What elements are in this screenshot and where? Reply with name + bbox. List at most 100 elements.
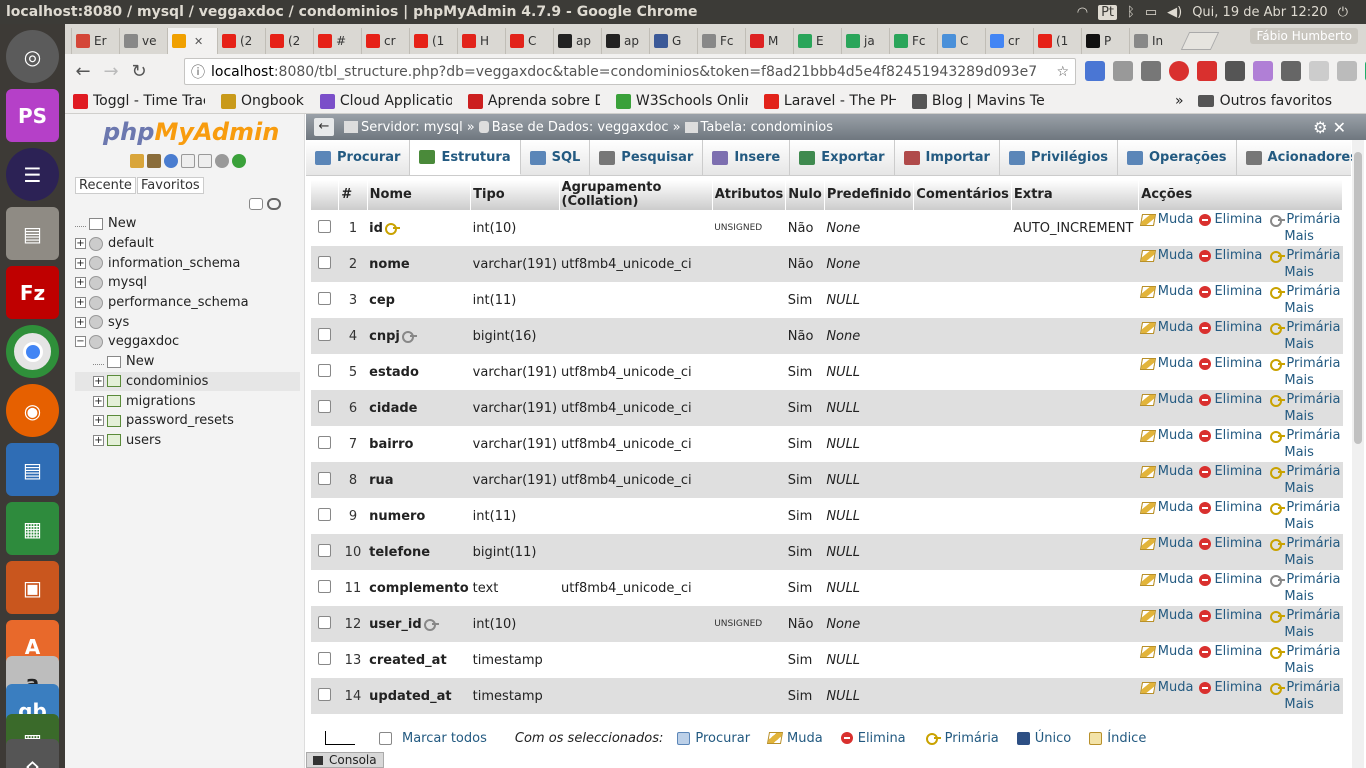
primary-button[interactable]: Primária xyxy=(1268,571,1341,588)
field-name[interactable]: id xyxy=(369,221,383,236)
reload-nav-icon[interactable] xyxy=(232,154,246,168)
wifi-icon[interactable]: ◠ xyxy=(1077,5,1088,20)
primary-button[interactable]: Primária xyxy=(1268,355,1341,372)
adblock-extension-icon[interactable] xyxy=(1169,61,1189,81)
address-bar[interactable]: ⓘ localhost:8080/tbl_structure.php?db=ve… xyxy=(184,58,1076,85)
browser-tab[interactable]: In xyxy=(1129,28,1177,54)
more-button[interactable]: Mais xyxy=(1268,372,1334,389)
settings-icon[interactable] xyxy=(215,154,229,168)
col-default[interactable]: Predefinido xyxy=(824,180,915,210)
tab-9[interactable]: Acionadores xyxy=(1237,140,1366,175)
drop-button[interactable]: Elimina xyxy=(1199,680,1262,695)
expand-icon[interactable]: + xyxy=(75,257,86,269)
browser-tab[interactable]: ap xyxy=(601,28,649,54)
expand-icon[interactable]: + xyxy=(75,316,86,328)
drop-button[interactable]: Elimina xyxy=(1199,248,1262,263)
field-name[interactable]: updated_at xyxy=(369,689,451,704)
field-name[interactable]: user_id xyxy=(369,617,421,632)
browser-tab[interactable]: ja xyxy=(841,28,889,54)
check-all-label[interactable]: Marcar todos xyxy=(402,731,487,746)
chrome-icon[interactable] xyxy=(6,325,59,378)
primary-button[interactable]: Primária xyxy=(1268,679,1341,696)
bookmark-item[interactable]: Blog | Mavins Tec xyxy=(904,93,1052,109)
expand-icon[interactable]: + xyxy=(75,277,86,289)
bookmark-item[interactable]: Laravel - The PHP xyxy=(756,93,904,109)
primary-button[interactable]: Primária xyxy=(1268,391,1341,408)
help-icon[interactable] xyxy=(164,154,178,168)
expand-icon[interactable]: + xyxy=(75,297,86,309)
field-name[interactable]: bairro xyxy=(369,437,413,452)
field-name[interactable]: complemento xyxy=(369,581,469,596)
tree-item-table[interactable]: + users xyxy=(75,431,300,451)
browser-tab[interactable]: Fc xyxy=(697,28,745,54)
change-button[interactable]: Muda xyxy=(1139,644,1193,659)
row-checkbox[interactable] xyxy=(318,291,332,305)
bulk-unique-button[interactable]: Único xyxy=(1016,731,1071,746)
tree-item-db[interactable]: + default xyxy=(75,234,300,254)
drop-button[interactable]: Elimina xyxy=(1199,392,1262,407)
primary-button[interactable]: Primária xyxy=(1268,643,1341,660)
field-name[interactable]: telefone xyxy=(369,545,430,560)
primary-button[interactable]: Primária xyxy=(1268,211,1341,228)
row-checkbox[interactable] xyxy=(318,399,332,413)
change-button[interactable]: Muda xyxy=(1139,572,1193,587)
row-checkbox[interactable] xyxy=(318,687,332,701)
tree-item-db[interactable]: + performance_schema xyxy=(75,293,300,313)
tab-5[interactable]: Exportar xyxy=(790,140,895,175)
star-icon[interactable]: ☆ xyxy=(1056,64,1069,80)
change-button[interactable]: Muda xyxy=(1139,500,1193,515)
breadcrumb-server[interactable]: Servidor: mysql xyxy=(361,120,463,135)
collapse-icon[interactable]: − xyxy=(75,336,86,348)
vue-extension-icon[interactable] xyxy=(1113,61,1133,81)
expand-icon[interactable]: + xyxy=(93,375,104,387)
tab-extension-icon[interactable] xyxy=(1309,61,1329,81)
phpstorm-icon[interactable]: PS xyxy=(6,89,59,142)
change-button[interactable]: Muda xyxy=(1139,428,1193,443)
browser-tab[interactable]: cr xyxy=(985,28,1033,54)
tree-item-db[interactable]: + information_schema xyxy=(75,253,300,273)
bulk-browse-button[interactable]: Procurar xyxy=(677,731,750,746)
calc-icon[interactable]: ▦ xyxy=(6,502,59,555)
check-all-checkbox[interactable] xyxy=(379,731,392,745)
row-checkbox[interactable] xyxy=(318,543,332,557)
bulk-primary-button[interactable]: Primária xyxy=(924,731,999,746)
primary-button[interactable]: Primária xyxy=(1268,319,1341,336)
more-button[interactable]: Mais xyxy=(1268,516,1334,533)
link-icon[interactable] xyxy=(267,198,281,210)
video-extension-icon[interactable] xyxy=(1197,61,1217,81)
primary-button[interactable]: Primária xyxy=(1268,283,1341,300)
field-name[interactable]: cnpj xyxy=(369,329,400,344)
bulb-extension-icon[interactable] xyxy=(1337,61,1357,81)
forward-icon[interactable]: → xyxy=(97,58,125,86)
field-name[interactable]: cidade xyxy=(369,401,417,416)
tree-item-db[interactable]: + mysql xyxy=(75,273,300,293)
browser-tab[interactable]: # xyxy=(313,28,361,54)
more-button[interactable]: Mais xyxy=(1268,660,1334,677)
row-checkbox[interactable] xyxy=(318,327,332,341)
browser-tab[interactable]: ap xyxy=(553,28,601,54)
row-checkbox[interactable] xyxy=(318,507,332,521)
browser-tab[interactable]: G xyxy=(649,28,697,54)
collapse-nav-button[interactable]: ← xyxy=(314,118,334,136)
more-button[interactable]: Mais xyxy=(1268,480,1334,497)
browser-tab[interactable]: ve xyxy=(119,28,167,54)
firefox-icon[interactable]: ◉ xyxy=(6,384,59,437)
translate-extension-icon[interactable] xyxy=(1085,61,1105,81)
field-name[interactable]: rua xyxy=(369,473,393,488)
row-checkbox[interactable] xyxy=(318,219,332,233)
main-scrollbar[interactable] xyxy=(1352,140,1364,768)
col-comments[interactable]: Comentários xyxy=(913,180,1012,210)
row-checkbox[interactable] xyxy=(318,615,332,629)
drop-button[interactable]: Elimina xyxy=(1199,536,1262,551)
drop-button[interactable]: Elimina xyxy=(1199,428,1262,443)
drop-button[interactable]: Elimina xyxy=(1199,284,1262,299)
col-num[interactable]: # xyxy=(338,180,368,210)
browser-tab[interactable]: ✕ xyxy=(167,28,217,54)
drop-button[interactable]: Elimina xyxy=(1199,212,1262,227)
change-button[interactable]: Muda xyxy=(1139,680,1193,695)
change-button[interactable]: Muda xyxy=(1139,212,1193,227)
more-button[interactable]: Mais xyxy=(1268,264,1334,281)
more-button[interactable]: Mais xyxy=(1268,444,1334,461)
volume-icon[interactable]: ◀) xyxy=(1167,5,1182,20)
ubuntu-home-icon[interactable]: ◎ xyxy=(6,30,59,83)
